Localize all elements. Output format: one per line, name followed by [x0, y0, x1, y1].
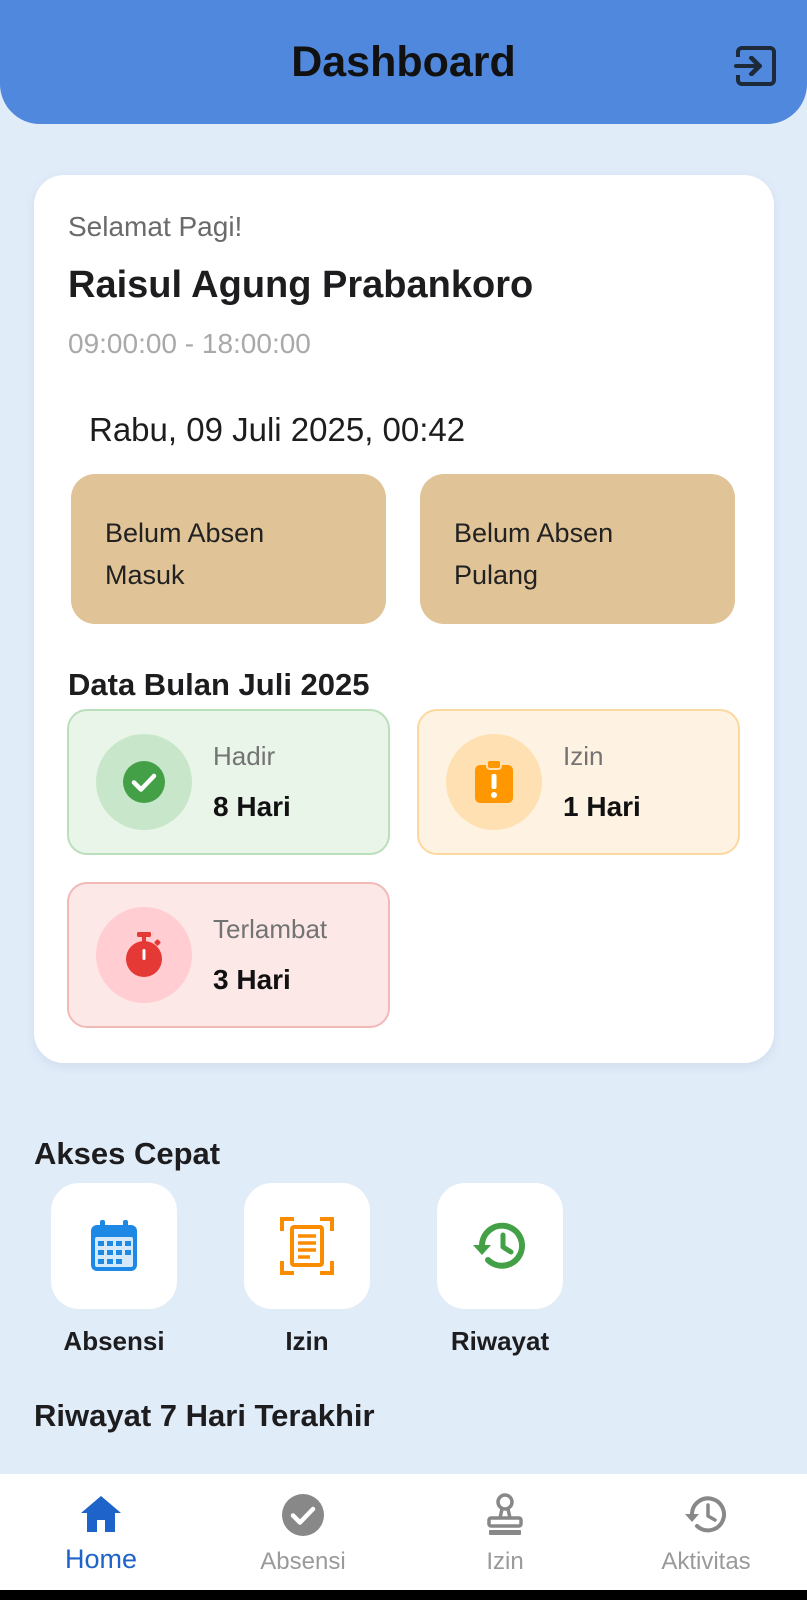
stat-icon-circle: [96, 734, 192, 830]
quick-absensi-button[interactable]: [51, 1183, 177, 1309]
nav-item-aktivitas[interactable]: Aktivitas: [605, 1474, 807, 1590]
stamp-icon: [487, 1493, 523, 1535]
clipboard-alert-icon: [475, 759, 513, 803]
nav-item-absensi[interactable]: Absensi: [202, 1474, 404, 1590]
stat-value: 1 Hari: [563, 791, 641, 822]
stat-icon-circle: [96, 907, 192, 1003]
nav-label: Izin: [486, 1548, 524, 1575]
app-bar: Dashboard: [0, 0, 807, 124]
page-title: Dashboard: [291, 38, 516, 86]
document-scan-icon: [280, 1217, 334, 1275]
nav-label: Absensi: [260, 1548, 346, 1575]
check-out-status-button[interactable]: Belum Absen Pulang: [420, 474, 735, 624]
stat-label: Izin: [563, 741, 604, 771]
quick-izin-button[interactable]: [244, 1183, 370, 1309]
check-circle-icon: [123, 761, 165, 803]
stopwatch-icon: [126, 932, 162, 977]
check-out-line1: Belum Absen: [454, 518, 614, 548]
home-icon: [81, 1496, 121, 1532]
bottom-navigation: Home Absensi Izin Aktivitas: [0, 1474, 807, 1590]
history-section-title: Riwayat 7 Hari Terakhir: [34, 1398, 375, 1433]
history-icon: [473, 1222, 525, 1269]
quick-riwayat-label: Riwayat: [450, 1326, 550, 1356]
check-in-line2: Masuk: [105, 560, 185, 590]
stat-card-terlambat: Terlambat 3 Hari: [67, 882, 390, 1028]
month-summary-title: Data Bulan Juli 2025: [68, 667, 370, 702]
calendar-icon: [91, 1220, 137, 1271]
quick-access-title: Akses Cepat: [34, 1136, 221, 1171]
check-circle-icon: [282, 1494, 324, 1536]
stat-value: 3 Hari: [213, 964, 291, 995]
nav-label: Aktivitas: [661, 1548, 751, 1575]
shift-hours: 09:00:00 - 18:00:00: [68, 328, 311, 359]
stat-icon-circle: [446, 734, 542, 830]
check-in-line1: Belum Absen: [105, 518, 265, 548]
stat-value: 8 Hari: [213, 791, 291, 822]
system-gesture-bar: [0, 1590, 807, 1600]
user-name: Raisul Agung Prabankoro: [68, 264, 534, 306]
stat-label: Terlambat: [213, 914, 328, 944]
summary-card: Selamat Pagi! Raisul Agung Prabankoro 09…: [34, 175, 774, 1063]
nav-label: Home: [64, 1544, 138, 1574]
current-datetime: Rabu, 09 Juli 2025, 00:42: [89, 411, 466, 448]
check-out-line2: Pulang: [454, 560, 539, 590]
quick-absensi-label: Absensi: [63, 1326, 165, 1356]
stat-card-hadir: Hadir 8 Hari: [67, 709, 390, 855]
logout-icon[interactable]: [734, 44, 778, 88]
check-in-status-button[interactable]: Belum Absen Masuk: [71, 474, 386, 624]
nav-item-home[interactable]: Home: [0, 1474, 202, 1590]
nav-item-izin[interactable]: Izin: [404, 1474, 606, 1590]
stat-label: Hadir: [213, 741, 276, 771]
stat-card-izin: Izin 1 Hari: [417, 709, 740, 855]
greeting-text: Selamat Pagi!: [68, 211, 243, 242]
quick-riwayat-button[interactable]: [437, 1183, 563, 1309]
quick-izin-label: Izin: [285, 1326, 329, 1356]
history-icon: [685, 1496, 726, 1533]
